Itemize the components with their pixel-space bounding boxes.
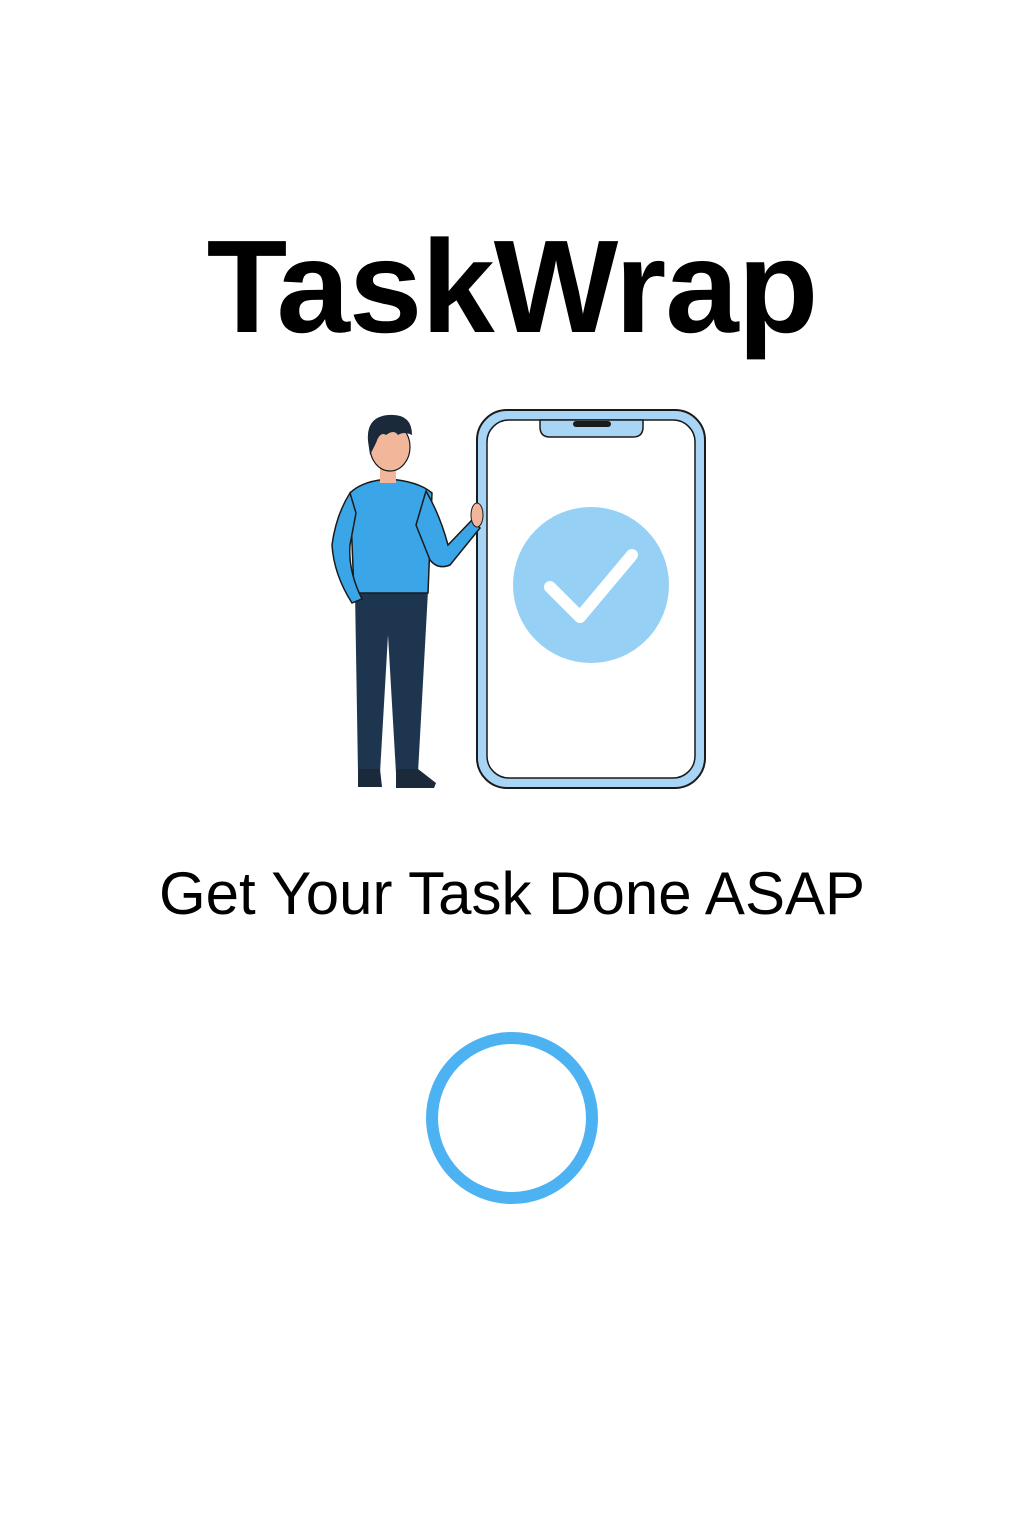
app-title: TaskWrap: [206, 213, 819, 360]
tagline: Get Your Task Done ASAP: [158, 860, 866, 927]
hero-illustration: [300, 395, 730, 805]
person-figure: [331, 414, 484, 788]
loading-spinner-icon: [425, 1031, 599, 1205]
person-with-phone-illustration: [331, 409, 706, 789]
checkmark-icon: [513, 507, 669, 663]
